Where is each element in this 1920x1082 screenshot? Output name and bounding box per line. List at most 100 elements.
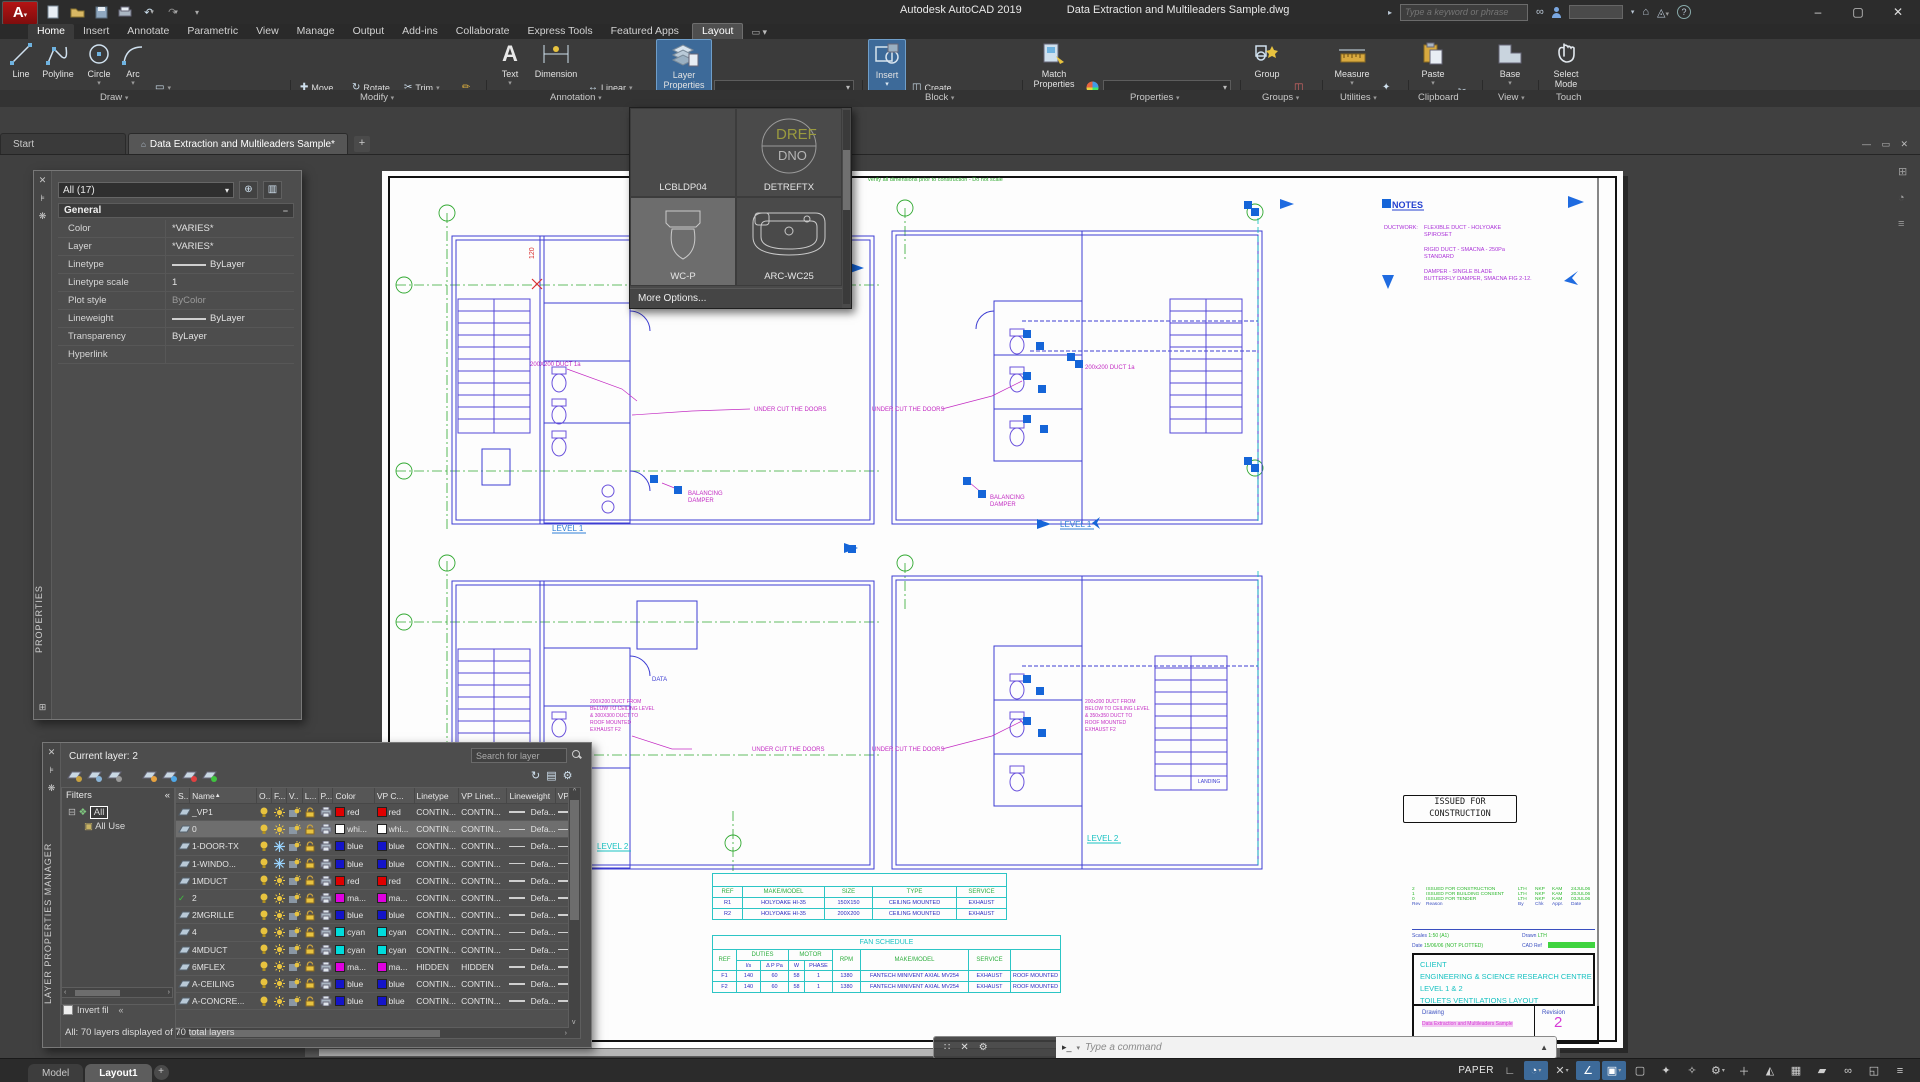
redo-icon[interactable]: ↷ ▾ bbox=[164, 4, 182, 20]
minimize-button[interactable]: – bbox=[1805, 5, 1831, 19]
invert-filter-checkbox[interactable]: Invert fil « bbox=[63, 1005, 124, 1015]
prop-row-hyperlink[interactable]: Hyperlink bbox=[58, 346, 294, 364]
undo-icon[interactable]: ↶ ▾ bbox=[140, 4, 158, 20]
group-button[interactable]: Group bbox=[1246, 39, 1288, 79]
maximize-button[interactable]: ▢ bbox=[1845, 5, 1871, 19]
file-tab-start[interactable]: Start bbox=[0, 133, 126, 154]
ribbon-display-toggle-icon[interactable]: ▭ ▾ bbox=[751, 27, 767, 39]
layer-column-p[interactable]: P... bbox=[319, 788, 334, 803]
new-layout-button[interactable]: + bbox=[153, 1065, 169, 1080]
drawing-window-controls[interactable]: — ▭ ✕ bbox=[1862, 139, 1912, 150]
properties-palette-titlebar[interactable]: ✕ ⊧ ❋ PROPERTIES ⊞ bbox=[34, 171, 52, 719]
ribbon-tab-featured-apps[interactable]: Featured Apps bbox=[602, 24, 688, 39]
command-recent-icon[interactable]: ▾ bbox=[1077, 1044, 1081, 1052]
layer-row-vp1[interactable]: _VP1 red red CONTIN... CONTIN... Defa... bbox=[176, 804, 580, 822]
plot-icon[interactable] bbox=[116, 4, 134, 20]
new-drawing-tab-button[interactable]: + bbox=[353, 136, 370, 152]
prop-value[interactable]: *VARIES* bbox=[166, 220, 294, 237]
layer-row-4mduct[interactable]: 4MDUCT cyan cyan CONTIN... CONTIN... Defa... bbox=[176, 942, 580, 959]
panel-draw[interactable]: Draw ▾ bbox=[100, 92, 128, 103]
gallery-more-options[interactable]: More Options... bbox=[630, 288, 842, 308]
layer-row-1mduct[interactable]: 1MDUCT red red CONTIN... CONTIN... Defa... bbox=[176, 873, 580, 890]
command-line[interactable]: ∷ ✕ ⚙ ▸_ ▾ Type a command ▲ bbox=[933, 1036, 1557, 1059]
orbit-icon[interactable]: ◔ bbox=[1898, 192, 1907, 204]
prop-value[interactable]: ByLayer bbox=[166, 328, 294, 345]
ribbon-tab-express-tools[interactable]: Express Tools bbox=[518, 24, 601, 39]
panel-utilities[interactable]: Utilities ▾ bbox=[1340, 92, 1377, 103]
block-gallery-item-wc-p[interactable]: WC-P bbox=[630, 197, 736, 286]
block-gallery-item-arc-wc25[interactable]: ARC-WC25 bbox=[736, 197, 842, 286]
palette-autohide-icon[interactable]: ⊧ bbox=[34, 193, 51, 204]
command-expand-icon[interactable]: ▲ bbox=[1540, 1043, 1548, 1052]
file-tab-document[interactable]: ⌂ Data Extraction and Multileaders Sample… bbox=[128, 133, 348, 154]
prop-value[interactable] bbox=[166, 346, 294, 363]
prop-row-layer[interactable]: Layer *VARIES* bbox=[58, 238, 294, 256]
prop-value[interactable]: ByLayer bbox=[166, 256, 294, 273]
application-menu-button[interactable]: A▾ bbox=[2, 1, 38, 25]
selection-filter-dropdown[interactable]: All (17) ▾ bbox=[58, 182, 234, 198]
polyline-button[interactable]: Polyline bbox=[38, 39, 78, 79]
prop-value[interactable]: *VARIES* bbox=[166, 238, 294, 255]
command-close-icon[interactable]: ✕ bbox=[960, 1042, 968, 1053]
layer-row-1-windo[interactable]: 1-WINDO... blue blue CONTIN... CONTIN... Defa… bbox=[176, 856, 580, 873]
layer-row-a-ceiling[interactable]: A-CEILING blue blue CONTIN... CONTIN... Defa.… bbox=[176, 976, 580, 994]
clean-screen-button[interactable]: ◱ bbox=[1862, 1061, 1886, 1080]
filter-tree-all[interactable]: ⊟ ❖ All bbox=[62, 806, 174, 819]
layer-row-2[interactable]: ✓ 2 ma... ma... CONTIN... CONTIN... Defa... bbox=[176, 890, 580, 908]
grid-display-button[interactable]: ∟ bbox=[1498, 1061, 1522, 1080]
layer-layer-states-icon[interactable] bbox=[107, 769, 122, 787]
gear-icon[interactable]: ⚙ bbox=[563, 769, 573, 782]
prop-row-color[interactable]: Color *VARIES* bbox=[58, 220, 294, 238]
navbar-menu-icon[interactable]: ≡ bbox=[1898, 218, 1907, 230]
ribbon-tab-collaborate[interactable]: Collaborate bbox=[447, 24, 519, 39]
ribbon-tab-manage[interactable]: Manage bbox=[288, 24, 344, 39]
sign-in-icon[interactable] bbox=[1551, 6, 1561, 18]
layer-palette-settings-icon[interactable]: ❋ bbox=[43, 783, 60, 794]
layer-column-v[interactable]: V.. bbox=[287, 788, 303, 803]
panel-block[interactable]: Block ▾ bbox=[925, 92, 954, 103]
palette-bottom-icon[interactable]: ⊞ bbox=[34, 702, 51, 713]
layer-palette-titlebar[interactable]: ✕ ⊧ ❋ LAYER PROPERTIES MANAGER bbox=[43, 743, 61, 1047]
block-gallery-item-detreftx[interactable]: DREF DNO DETREFTX bbox=[736, 108, 842, 197]
annotation-autoscale-button[interactable]: ✧ bbox=[1680, 1061, 1704, 1080]
panel-modify[interactable]: Modify ▾ bbox=[360, 92, 394, 103]
graphics-performance-button[interactable]: ▰ bbox=[1810, 1061, 1834, 1080]
palette-close-icon[interactable]: ✕ bbox=[34, 175, 51, 186]
selection-cycling-button[interactable]: ▢ bbox=[1628, 1061, 1652, 1080]
close-button[interactable]: ✕ bbox=[1885, 5, 1911, 19]
arc-button[interactable]: Arc ▾ bbox=[120, 39, 146, 89]
measure-button[interactable]: Measure ▾ bbox=[1328, 39, 1376, 89]
isometric-drafting-button[interactable]: ✕ ▾ bbox=[1550, 1061, 1574, 1080]
search-icon[interactable]: ∞ bbox=[1536, 6, 1544, 18]
layer-column-linetype[interactable]: Linetype bbox=[415, 788, 460, 803]
layer-settings-dialog-icon[interactable]: ▤ bbox=[546, 769, 556, 782]
search-input[interactable] bbox=[1400, 3, 1529, 21]
layer-column-color[interactable]: Color bbox=[333, 788, 375, 803]
layer-delete-layer-icon[interactable] bbox=[182, 769, 197, 787]
layer-new-property-filter-icon[interactable] bbox=[67, 769, 82, 787]
ribbon-tab-add-ins[interactable]: Add-ins bbox=[393, 24, 447, 39]
customize-menu-button[interactable]: ≡ bbox=[1888, 1061, 1912, 1080]
select-mode-button[interactable]: Select Mode bbox=[1544, 39, 1588, 89]
layer-new-vp-layer-icon[interactable] bbox=[162, 769, 177, 787]
layer-row-2mgrille[interactable]: 2MGRILLE blue blue CONTIN... CONTIN... Defa..… bbox=[176, 907, 580, 925]
model-tab[interactable]: Model bbox=[28, 1064, 84, 1082]
layout1-tab[interactable]: Layout1 bbox=[85, 1064, 152, 1082]
navigation-bar[interactable]: ⊞ ◔ ≡ bbox=[1898, 165, 1907, 230]
palette-settings-icon[interactable]: ❋ bbox=[34, 211, 51, 222]
prop-row-linetype-scale[interactable]: Linetype scale 1 bbox=[58, 274, 294, 292]
panel-touch[interactable]: Touch bbox=[1556, 92, 1581, 103]
ribbon-tab-parametric[interactable]: Parametric bbox=[178, 24, 247, 39]
crosshair-button[interactable]: ＋ bbox=[1732, 1061, 1756, 1080]
filter-tree-all-used[interactable]: ▣ All Use bbox=[62, 821, 174, 832]
open-folder-icon[interactable] bbox=[68, 4, 86, 20]
collapse-filters-icon[interactable]: « bbox=[165, 790, 170, 801]
prop-row-linetype[interactable]: Linetype ByLayer bbox=[58, 256, 294, 274]
layer-new-group-filter-icon[interactable] bbox=[87, 769, 102, 787]
prop-row-lineweight[interactable]: Lineweight ByLayer bbox=[58, 310, 294, 328]
dimension-button[interactable]: Dimension bbox=[530, 39, 582, 79]
prop-value[interactable]: 1 bbox=[166, 274, 294, 291]
command-grip-icon[interactable]: ∷ bbox=[944, 1042, 950, 1053]
layer-palette-close-icon[interactable]: ✕ bbox=[43, 747, 60, 758]
layer-column-f[interactable]: F... bbox=[272, 788, 287, 803]
